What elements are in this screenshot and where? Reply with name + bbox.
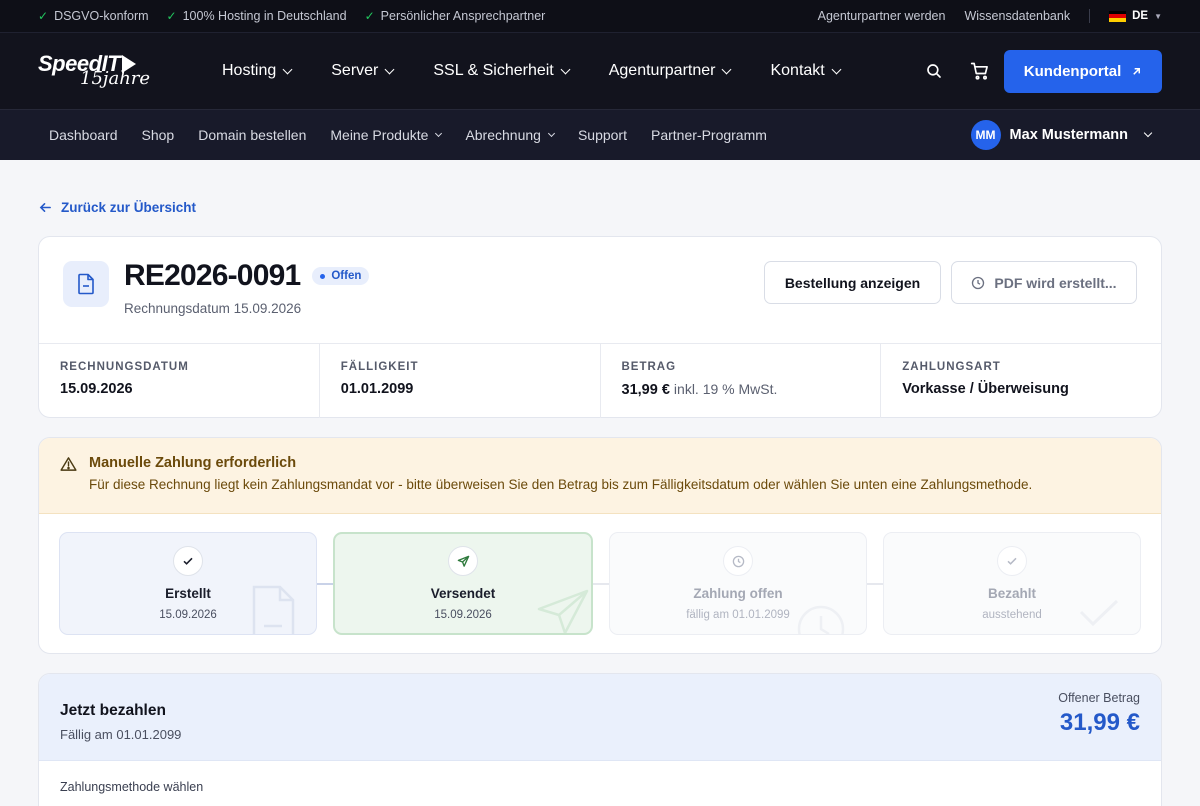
document-watermark-icon [252,585,295,634]
check-watermark-icon [1079,599,1119,627]
search-icon[interactable] [924,61,944,81]
usp-item: ✓ 100% Hosting in Deutschland [166,9,347,23]
timeline-connector [592,583,610,585]
chevron-down-icon [282,64,293,74]
sub-nav: Dashboard Shop Domain bestellen Meine Pr… [0,110,1200,160]
chevron-down-icon [560,64,571,74]
step-sent: Versendet 15.09.2026 [333,532,593,635]
check-icon [997,546,1027,576]
logo[interactable]: SpeedIT 15jahre [38,49,178,93]
payment-method-label: Zahlungsmethode wählen [60,780,204,794]
open-amount: 31,99 € [1059,709,1140,736]
caret-down-icon: ▼ [1154,11,1162,21]
logo-tagline: 15jahre [80,68,151,89]
nav-item-hosting[interactable]: Hosting [222,62,293,80]
clock-icon [723,546,753,576]
subnav-item-shop[interactable]: Shop [142,127,175,143]
send-icon [448,546,478,576]
chevron-down-icon [831,64,842,74]
customer-portal-button[interactable]: Kundenportal [1004,49,1162,93]
subnav-item-support[interactable]: Support [578,127,627,143]
clock-watermark-icon [797,605,845,634]
status-card: Manuelle Zahlung erforderlich Für diese … [38,437,1162,654]
pay-title: Jetzt bezahlen [60,702,166,719]
subnav-item-billing[interactable]: Abrechnung [465,127,555,143]
meta-due-date: FÄLLIGKEIT 01.01.2099 [320,344,601,418]
meta-invoice-date: RECHNUNGSDATUM 15.09.2026 [39,344,320,418]
document-icon [63,261,109,307]
german-flag-icon [1109,10,1127,22]
usp-list: ✓ DSGVO-konform ✓ 100% Hosting in Deutschl… [38,9,545,23]
subnav-item-partner[interactable]: Partner-Programm [651,127,767,143]
invoice-card: RE2026-0091 Offen Rechnungsdatum 15.09.2… [38,236,1162,418]
user-menu[interactable]: MM Max Mustermann [970,120,1153,150]
chevron-down-icon [722,64,732,74]
main-nav: SpeedIT 15jahre Hosting Server SSL & Sic… [0,33,1200,110]
check-icon: ✓ [364,9,375,23]
chevron-down-icon [435,129,443,137]
subnav-item-products[interactable]: Meine Produkte [330,127,443,143]
step-created: Erstellt 15.09.2026 [59,532,317,635]
arrow-left-icon [39,202,51,212]
pay-now-card: Jetzt bezahlen Fällig am 01.01.2099 Offe… [38,673,1162,806]
usp-item: ✓ DSGVO-konform [38,9,149,23]
meta-amount: BETRAG 31,99 € inkl. 19 % MwSt. [601,344,882,418]
top-bar: ✓ DSGVO-konform ✓ 100% Hosting in Deutschl… [0,0,1200,33]
avatar: MM [970,120,1001,150]
divider [1089,9,1091,23]
chevron-down-icon [1143,128,1153,138]
meta-payment-method: ZAHLUNGSART Vorkasse / Überweisung [902,361,1069,397]
chevron-down-icon [547,129,555,137]
warning-icon [60,456,77,496]
chevron-down-icon [384,64,395,74]
knowledge-base-link[interactable]: Wissensdatenbank [964,9,1070,23]
subnav-item-domain[interactable]: Domain bestellen [198,127,306,143]
step-payment-open: Zahlung offen fällig am 01.01.2099 [609,532,867,635]
invoice-number: RE2026-0091 [124,259,301,292]
status-timeline: Erstellt 15.09.2026 Versendet 15.09.2026… [39,514,1161,653]
usp-item: ✓ Persönlicher Ansprechpartner [364,9,546,23]
check-icon: ✓ [166,9,177,23]
agency-partner-link[interactable]: Agenturpartner werden [818,9,946,23]
invoice-date-line: Rechnungsdatum 15.09.2026 [124,301,302,316]
invoice-meta: RECHNUNGSDATUM 15.09.2026 FÄLLIGKEIT 01.… [39,344,1161,418]
nav-item-agenturpartner[interactable]: Agenturpartner [609,62,732,80]
language-switcher[interactable]: DE ▼ [1109,10,1162,22]
clock-icon [972,276,985,289]
language-code: DE [1132,10,1149,22]
check-icon: ✓ [38,9,49,23]
user-name: Max Mustermann [1009,127,1128,143]
arrow-up-right-icon [1133,67,1141,75]
pay-due-date: Fällig am 01.01.2099 [60,727,182,742]
nav-item-server[interactable]: Server [331,62,395,80]
step-paid: Bezahlt ausstehend [883,532,1141,635]
alert-title: Manuelle Zahlung erforderlich [89,455,297,471]
subnav-item-dashboard[interactable]: Dashboard [49,127,118,143]
open-amount-label: Offener Betrag [1058,691,1140,705]
pdf-button[interactable]: PDF wird erstellt... [951,261,1137,304]
status-dot-icon [320,273,326,279]
status-badge: Offen [312,267,370,285]
send-watermark-icon [537,589,589,633]
cart-icon[interactable] [970,61,990,81]
check-icon [173,546,203,576]
nav-item-kontakt[interactable]: Kontakt [770,62,842,80]
alert-text: Für diese Rechnung liegt kein Zahlungsma… [89,477,1033,492]
payment-alert: Manuelle Zahlung erforderlich Für diese … [39,438,1161,514]
back-link[interactable]: Zurück zur Übersicht [39,198,1162,216]
nav-item-ssl[interactable]: SSL & Sicherheit [433,62,571,80]
view-order-button[interactable]: Bestellung anzeigen [764,261,941,304]
